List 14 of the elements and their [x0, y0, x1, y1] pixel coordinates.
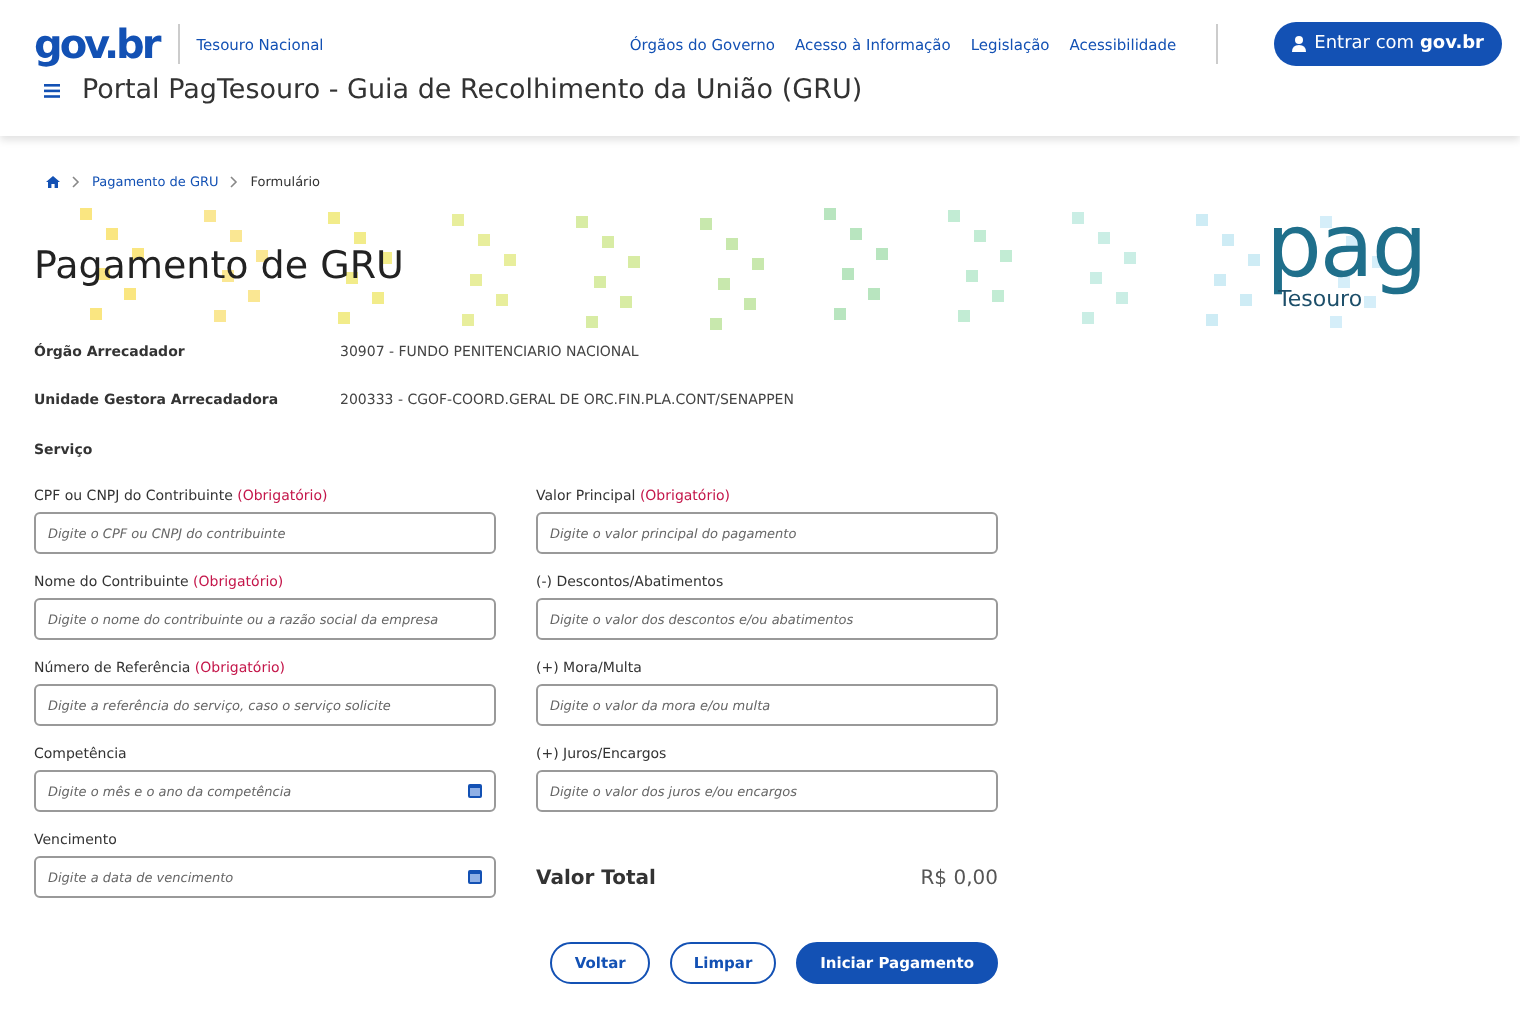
chevron-icon [230, 175, 239, 187]
home-icon[interactable] [46, 175, 60, 187]
chevron-icon [72, 175, 80, 187]
pag-logo-text: pag [1266, 200, 1426, 298]
total-value: R$ 0,00 [920, 867, 998, 889]
user-icon [1292, 36, 1307, 52]
page-title: Portal PagTesouro - Guia de Recolhimento da União (GRU) [82, 74, 863, 106]
total-label: Valor Total [536, 867, 656, 889]
calendar-icon[interactable] [468, 782, 482, 798]
calendar-icon[interactable] [468, 868, 482, 884]
logo[interactable]: gov.br [34, 22, 159, 66]
menu-icon[interactable] [44, 83, 60, 97]
banner-title: Pagamento de GRU [34, 244, 404, 288]
login-button[interactable]: Entrar com gov.br [1274, 22, 1502, 66]
